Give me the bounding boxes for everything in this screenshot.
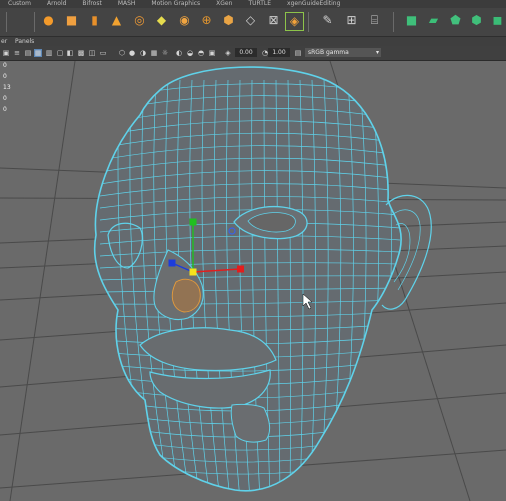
resolution-gate-icon[interactable]: ◧: [66, 49, 74, 57]
multi-cut-icon[interactable]: ✎: [319, 12, 336, 29]
sphere-grid-icon[interactable]: ⊕: [198, 12, 215, 29]
view-transform-select[interactable]: sRGB gamma ▾: [305, 48, 381, 57]
separate-icon[interactable]: ◇: [242, 12, 259, 29]
attributes-icon[interactable]: ≡: [13, 49, 21, 57]
viewport-toolbar: ▣ ≡ ▤ ▦ ▥ ▢ ◧ ▩ ◫ ▭ ⬡ ● ◑ ▦ ☼ ◐ ◒ ◓ ▣ ◈ …: [0, 46, 506, 61]
smooth-icon[interactable]: ◈: [285, 12, 304, 31]
exposure-field[interactable]: 0.00: [235, 48, 257, 57]
anti-aliasing-icon[interactable]: ▣: [208, 49, 216, 57]
smooth-shade-icon[interactable]: ●: [128, 49, 136, 57]
shelf-tab-xgen[interactable]: XGen: [208, 0, 240, 8]
chevron-down-icon: ▾: [375, 49, 379, 56]
motion-blur-icon[interactable]: ◓: [197, 49, 205, 57]
safe-action-icon[interactable]: ▭: [99, 49, 107, 57]
field-chart-icon[interactable]: ◫: [88, 49, 96, 57]
chin-strip-mesh[interactable]: [230, 403, 271, 443]
view-transform-label: sRGB gamma: [308, 49, 349, 56]
grid-icon[interactable]: ▥: [45, 49, 53, 57]
bridge-icon[interactable]: ⬟: [447, 12, 464, 29]
mirror-icon[interactable]: ⊠: [265, 12, 282, 29]
disc-icon[interactable]: ◉: [176, 12, 193, 29]
edge-loop-icon[interactable]: ⌸: [366, 12, 383, 29]
shelf-tab-xgen-guide-editing[interactable]: xgenGuideEditing: [279, 0, 348, 8]
hud-value: 0: [3, 106, 7, 113]
gamma-field[interactable]: 1.00: [268, 48, 290, 57]
bookmark-icon[interactable]: ▤: [24, 49, 32, 57]
shelf-tab-bar: Custom Arnold Bifrost MASH Motion Graphi…: [0, 0, 506, 8]
shadows-icon[interactable]: ◐: [175, 49, 183, 57]
wireframe-on-shaded-icon[interactable]: ◑: [139, 49, 147, 57]
shelf-separator: [6, 12, 7, 32]
cube-icon[interactable]: ■: [63, 12, 80, 29]
hud-value: 0: [3, 73, 7, 80]
sphere-icon[interactable]: ●: [40, 12, 57, 29]
shelf-tab-bifrost[interactable]: Bifrost: [74, 0, 109, 8]
panel-menu-bar: er Panels: [0, 37, 506, 46]
center-handle[interactable]: [189, 268, 197, 276]
nose-selected-faces[interactable]: [171, 278, 201, 313]
color-management-icon[interactable]: ▤: [294, 49, 302, 57]
shelf-tab-motion-graphics[interactable]: Motion Graphics: [143, 0, 208, 8]
x-axis-handle[interactable]: [237, 265, 244, 273]
extrude-icon[interactable]: ■: [403, 12, 420, 29]
append-polygon-icon[interactable]: ◼: [489, 12, 506, 29]
lights-icon[interactable]: ☼: [161, 49, 169, 57]
hud-value: 0: [3, 62, 7, 69]
cone-icon[interactable]: ▲: [108, 12, 125, 29]
viewport-3d[interactable]: 0 0 13 0 0: [0, 61, 506, 501]
shelf-tab-arnold[interactable]: Arnold: [39, 0, 74, 8]
z-axis-handle[interactable]: [168, 259, 176, 267]
shelf-separator: [34, 12, 35, 32]
cylinder-icon[interactable]: ▮: [86, 12, 103, 29]
textured-icon[interactable]: ▦: [150, 49, 158, 57]
shelf-separator: [393, 12, 394, 32]
bevel-icon[interactable]: ▰: [425, 12, 442, 29]
shelf-tab-mash[interactable]: MASH: [110, 0, 144, 8]
menu-panels[interactable]: Panels: [15, 38, 34, 45]
wireframe-icon[interactable]: ⬡: [118, 49, 126, 57]
hud-value: 13: [3, 84, 11, 91]
hud-value: 0: [3, 95, 7, 102]
select-camera-icon[interactable]: ▦: [34, 49, 42, 57]
ambient-occlusion-icon[interactable]: ◒: [186, 49, 194, 57]
shelf-tab-custom[interactable]: Custom: [0, 0, 39, 8]
shelf-tab-turtle[interactable]: TURTLE: [240, 0, 279, 8]
shelf-separator: [308, 12, 309, 32]
isolate-select-icon[interactable]: ◈: [224, 49, 232, 57]
fill-hole-icon[interactable]: ⬢: [468, 12, 485, 29]
menu-view[interactable]: er: [1, 38, 7, 45]
film-gate-icon[interactable]: ▢: [56, 49, 64, 57]
shelf: ● ■ ▮ ▲ ◎ ◆ ◉ ⊕ ⬢ ◇ ⊠ ◈ ✎ ⊞ ⌸ ■ ▰ ⬟ ⬢ ◼: [0, 8, 506, 37]
target-weld-icon[interactable]: ⊞: [343, 12, 360, 29]
combine-icon[interactable]: ⬢: [220, 12, 237, 29]
plane-icon[interactable]: ◆: [153, 12, 170, 29]
camera-icon[interactable]: ▣: [2, 49, 10, 57]
torus-icon[interactable]: ◎: [131, 12, 148, 29]
viewport-canvas: [0, 61, 506, 501]
y-axis-handle[interactable]: [189, 218, 197, 226]
gate-mask-icon[interactable]: ▩: [77, 49, 85, 57]
